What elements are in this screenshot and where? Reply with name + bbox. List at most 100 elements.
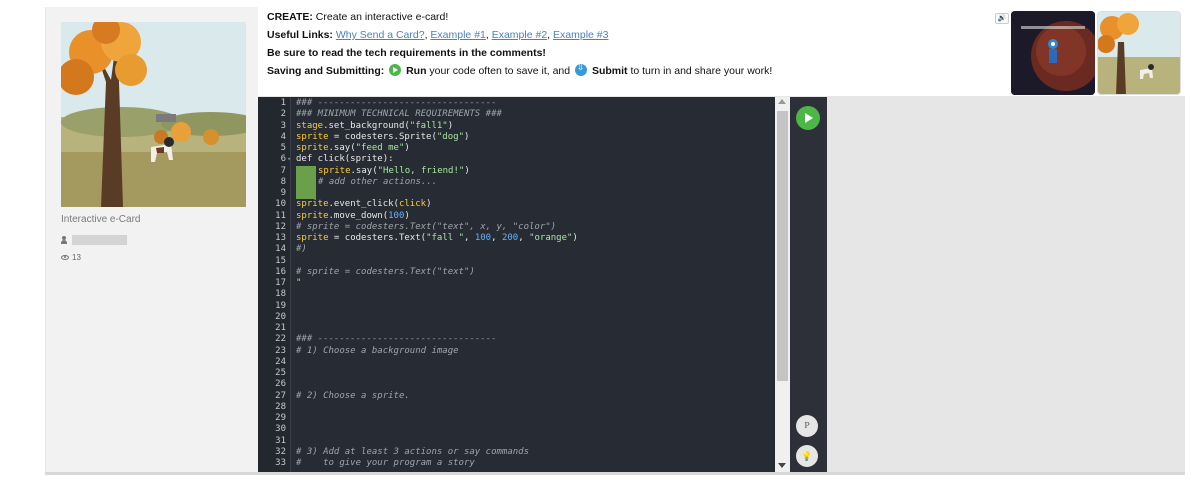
- example-preview-autumn[interactable]: [1097, 11, 1181, 95]
- code-line[interactable]: # 2) Choose a sprite.: [296, 391, 410, 402]
- line-number: 29: [275, 413, 286, 423]
- useful-links-line: Useful Links: Why Send a Card?, Example …: [267, 29, 609, 41]
- eye-icon: [61, 255, 69, 260]
- autumn-dog-illustration: [61, 22, 246, 207]
- submit-icon: [575, 63, 588, 76]
- sidebar: Interactive e-Card 13: [45, 7, 258, 475]
- create-label: CREATE:: [267, 11, 313, 23]
- code-line[interactable]: # 1) Choose a background image: [296, 346, 459, 357]
- line-number: 22: [275, 334, 286, 345]
- code-line[interactable]: ### ---------------------------------: [296, 334, 496, 345]
- code-line[interactable]: [296, 188, 318, 199]
- editor-scrollbar[interactable]: [775, 97, 790, 475]
- code-line[interactable]: ": [296, 278, 301, 289]
- code-line[interactable]: sprite.say("Hello, friend!"): [296, 165, 470, 177]
- line-number: 13: [275, 233, 286, 243]
- code-line[interactable]: ### ---------------------------------: [296, 98, 496, 109]
- line-number: 21: [275, 323, 286, 333]
- code-line[interactable]: sprite.move_down(100): [296, 211, 410, 222]
- line-number: 25: [275, 368, 286, 378]
- code-line[interactable]: # 3) Add at least 3 actions or say comma…: [296, 447, 529, 458]
- line-number: 15: [275, 255, 286, 266]
- line-number: 28: [275, 401, 286, 412]
- code-line[interactable]: # add other actions...: [296, 176, 437, 188]
- code-line[interactable]: #): [296, 244, 307, 255]
- link-example-3[interactable]: Example #3: [553, 29, 608, 41]
- line-number: 4: [280, 131, 286, 142]
- line-number: 14: [275, 244, 286, 255]
- line-number: 3: [280, 120, 286, 131]
- code-line[interactable]: sprite = codesters.Text("fall ", 100, 20…: [296, 233, 578, 244]
- print-console-button[interactable]: P: [796, 415, 818, 437]
- author-row: [61, 235, 127, 245]
- scroll-up-arrow-icon[interactable]: [778, 99, 786, 104]
- line-number: 30: [275, 424, 286, 435]
- example-preview-space[interactable]: [1011, 11, 1095, 95]
- bottom-divider: [45, 472, 1185, 475]
- line-number: 5: [280, 143, 286, 153]
- autumn-preview-image: [1098, 12, 1180, 94]
- line-number: 19: [275, 300, 286, 311]
- line-number-gutter: 1 2 3 4 5 6 ▾ 7 8 9 10 11 12 13 14 15 16 17 18 19 20 21 22 23 24…: [258, 97, 291, 475]
- line-number: 9: [280, 188, 286, 198]
- line-number: 31: [275, 435, 286, 446]
- link-example-2[interactable]: Example #2: [492, 29, 547, 41]
- speaker-icon: 🔊: [997, 14, 1007, 22]
- line-number: 16: [275, 266, 286, 277]
- tech-note: Be sure to read the tech requirements in…: [267, 47, 546, 59]
- create-text: Create an interactive e-card!: [312, 11, 449, 23]
- submit-label: Submit: [591, 65, 628, 77]
- line-number: 12: [275, 221, 286, 232]
- code-line[interactable]: sprite.event_click(click): [296, 199, 431, 210]
- line-number: 7: [280, 165, 286, 176]
- project-thumbnail[interactable]: [61, 22, 246, 207]
- views-row: 13: [61, 253, 81, 262]
- stage-canvas[interactable]: [827, 97, 1185, 475]
- card-title: Interactive e-Card: [61, 214, 141, 225]
- saving-line: Saving and Submitting: Run your code oft…: [267, 63, 773, 77]
- code-line[interactable]: # sprite = codesters.Text("text"): [296, 267, 475, 278]
- code-line[interactable]: stage.set_background("fall1"): [296, 121, 453, 132]
- editor-toolbar: P 💡: [790, 97, 827, 475]
- line-number: 20: [275, 311, 286, 322]
- line-number: 27: [275, 390, 286, 401]
- line-number: 2: [280, 109, 286, 120]
- line-number: 1: [280, 98, 286, 108]
- line-number: 18: [275, 289, 286, 300]
- code-line[interactable]: def click(sprite):: [296, 154, 394, 165]
- scrollbar-thumb[interactable]: [777, 111, 788, 381]
- code-line[interactable]: # sprite = codesters.Text("text", x, y, …: [296, 222, 556, 233]
- submit-text: to turn in and share your work!: [627, 65, 773, 77]
- run-icon: [389, 64, 402, 76]
- link-why-send-card[interactable]: Why Send a Card?: [336, 29, 425, 41]
- line-number: 10: [275, 199, 286, 210]
- code-line[interactable]: # to give your program a story: [296, 458, 475, 469]
- code-editor[interactable]: 1 2 3 4 5 6 ▾ 7 8 9 10 11 12 13 14 15 16 17 18 19 20 21 22 23 24…: [258, 97, 790, 475]
- run-button[interactable]: [796, 106, 820, 130]
- code-line[interactable]: sprite.say("feed me"): [296, 143, 410, 154]
- code-line[interactable]: ### MINIMUM TECHNICAL REQUIREMENTS ###: [296, 109, 502, 120]
- links-label: Useful Links:: [267, 29, 333, 41]
- space-preview-image: [1011, 11, 1095, 95]
- link-example-1[interactable]: Example #1: [430, 29, 485, 41]
- saving-label: Saving and Submitting:: [267, 65, 385, 77]
- fold-arrow-icon[interactable]: ▾: [287, 154, 291, 165]
- code-line[interactable]: sprite = codesters.Sprite("dog"): [296, 132, 469, 143]
- line-number: 6: [280, 154, 286, 165]
- line-number: 23: [275, 345, 286, 356]
- create-line: CREATE: Create an interactive e-card!: [267, 11, 448, 23]
- line-number: 11: [275, 210, 286, 221]
- line-number: 8: [280, 176, 286, 187]
- run-label: Run: [406, 65, 427, 77]
- author-name-redacted[interactable]: [72, 235, 127, 245]
- line-number: 32: [275, 446, 286, 457]
- hint-lightbulb-button[interactable]: 💡: [796, 445, 818, 467]
- line-number: 33: [275, 458, 286, 468]
- instructions-header: CREATE: Create an interactive e-card! Us…: [258, 7, 1185, 97]
- scroll-down-arrow-icon[interactable]: [778, 463, 786, 468]
- app-window: Interactive e-Card 13 CREATE: Create an …: [45, 7, 1185, 475]
- run-text: your code often to save it, and: [426, 65, 574, 77]
- line-number: 24: [275, 356, 286, 367]
- sound-toggle-button[interactable]: 🔊: [995, 13, 1009, 24]
- user-icon: [61, 236, 67, 244]
